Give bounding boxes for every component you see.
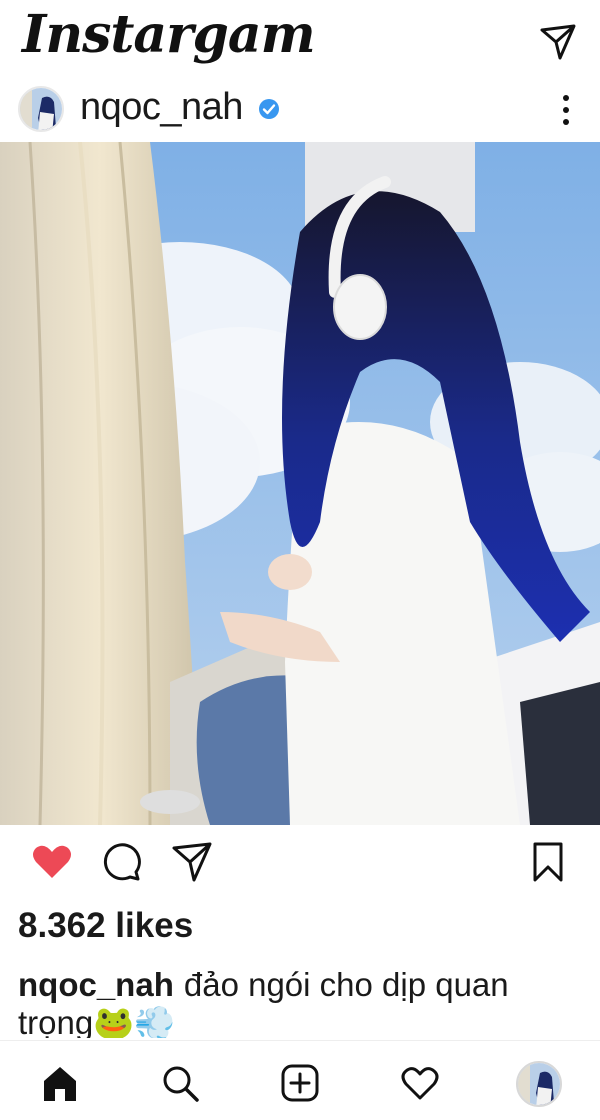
app-header: Instargam [0,0,600,78]
post-header: nqoc_nah [0,82,600,138]
post-username[interactable]: nqoc_nah [80,86,243,129]
comment-icon[interactable] [100,840,144,884]
direct-message-icon[interactable] [538,22,578,62]
bottom-navigation [0,1040,600,1120]
bookmark-icon[interactable] [526,840,570,884]
share-icon[interactable] [170,840,214,884]
search-icon[interactable] [160,1063,200,1103]
avatar[interactable] [18,86,64,132]
new-post-icon[interactable] [280,1063,320,1103]
home-icon[interactable] [40,1063,80,1103]
caption-username[interactable]: nqoc_nah [18,966,174,1003]
profile-avatar[interactable] [516,1061,562,1107]
likes-count[interactable]: 8.362 likes [18,906,193,946]
post-caption: nqoc_nah đảo ngói cho dịp quan trọng🐸💨 [18,966,578,1038]
post-actions [0,830,600,894]
activity-heart-icon[interactable] [400,1063,440,1103]
post-image[interactable] [0,142,600,825]
heart-filled-icon[interactable] [30,840,74,884]
app-logo[interactable]: Instargam [22,4,316,65]
more-options-icon[interactable] [552,88,580,132]
verified-badge-icon [258,98,280,120]
